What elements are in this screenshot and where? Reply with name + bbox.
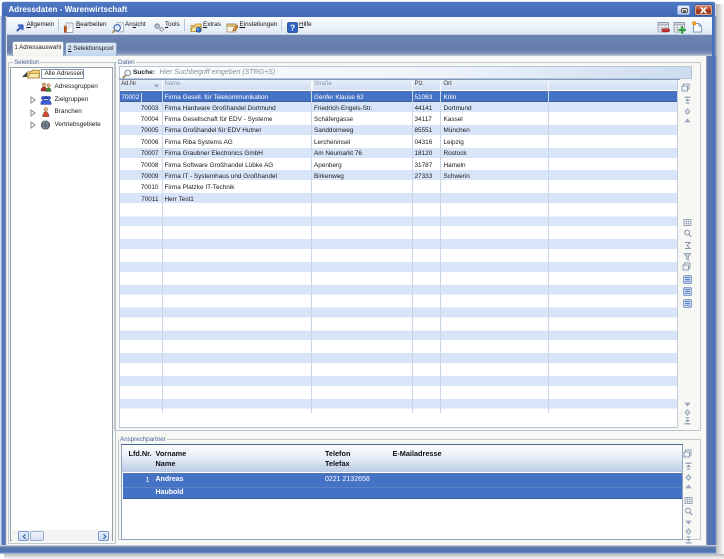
svg-text:?: ? xyxy=(289,22,294,32)
